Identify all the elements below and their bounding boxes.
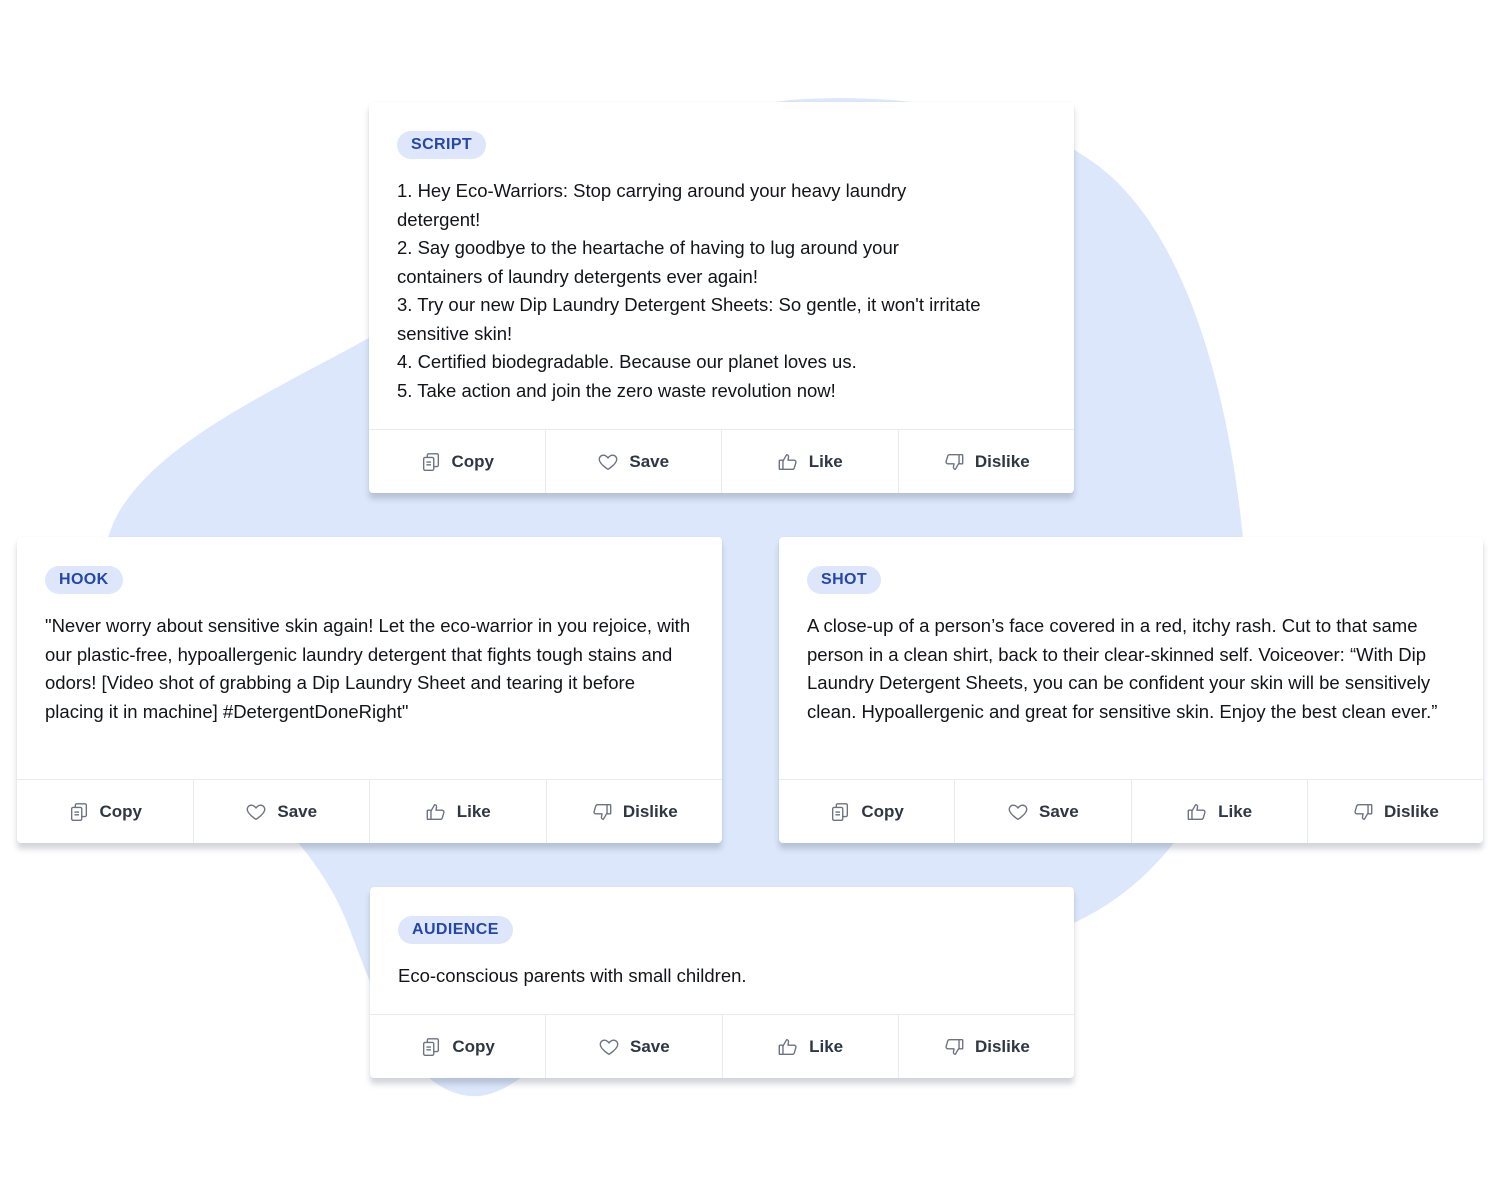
dislike-label: Dislike	[974, 1036, 1030, 1056]
like-label: Like	[1218, 801, 1253, 821]
script-actions: Copy Save Like Dislike	[369, 429, 1074, 493]
copy-icon	[68, 801, 90, 823]
thumbs-down-icon	[591, 801, 613, 823]
heart-icon	[597, 451, 619, 473]
thumbs-up-icon	[425, 801, 447, 823]
heart-icon	[245, 801, 267, 823]
like-label: Like	[456, 801, 491, 821]
dislike-label: Dislike	[1383, 801, 1439, 821]
dislike-button[interactable]: Dislike	[899, 1015, 1074, 1078]
script-tag: SCRIPT	[397, 131, 487, 159]
save-label: Save	[1039, 801, 1079, 821]
copy-button[interactable]: Copy	[370, 1015, 547, 1078]
audience-tag: AUDIENCE	[398, 916, 513, 944]
like-button[interactable]: Like	[722, 430, 899, 493]
dislike-label: Dislike	[974, 451, 1030, 471]
save-button[interactable]: Save	[546, 430, 722, 493]
shot-card-body: SHOT A close-up of a person’s face cover…	[779, 537, 1483, 779]
like-button[interactable]: Like	[370, 780, 547, 843]
thumbs-down-icon	[943, 451, 965, 473]
script-text: 1. Hey Eco-Warriors: Stop carrying aroun…	[397, 180, 981, 401]
copy-icon	[420, 451, 442, 473]
like-button[interactable]: Like	[723, 1015, 899, 1078]
like-label: Like	[809, 1036, 844, 1056]
dislike-button[interactable]: Dislike	[1308, 780, 1483, 843]
save-label: Save	[277, 801, 318, 821]
copy-button[interactable]: Copy	[369, 430, 546, 493]
copy-icon	[420, 1036, 442, 1058]
dislike-label: Dislike	[622, 801, 678, 821]
thumbs-down-icon	[1352, 801, 1374, 823]
save-button[interactable]: Save	[546, 1015, 723, 1078]
copy-button[interactable]: Copy	[17, 780, 194, 843]
copy-label: Copy	[451, 451, 495, 471]
script-card: SCRIPT 1. Hey Eco-Warriors: Stop carryin…	[369, 102, 1074, 493]
audience-actions: Copy Save Like Dislike	[370, 1014, 1074, 1078]
save-label: Save	[630, 1036, 670, 1056]
shot-card: SHOT A close-up of a person’s face cover…	[779, 537, 1483, 843]
copy-label: Copy	[99, 801, 143, 821]
like-button[interactable]: Like	[1132, 780, 1308, 843]
save-button[interactable]: Save	[194, 780, 370, 843]
copy-icon	[829, 801, 851, 823]
copy-label: Copy	[452, 1036, 495, 1056]
hook-tag: HOOK	[45, 566, 123, 594]
hook-actions: Copy Save Like Dislike	[17, 779, 722, 843]
save-label: Save	[629, 451, 670, 471]
thumbs-up-icon	[1186, 801, 1208, 823]
like-label: Like	[808, 451, 843, 471]
heart-icon	[598, 1036, 620, 1058]
audience-card-body: AUDIENCE Eco-conscious parents with smal…	[370, 887, 1074, 1014]
dislike-button[interactable]: Dislike	[899, 430, 1075, 493]
shot-tag: SHOT	[807, 566, 882, 594]
copy-label: Copy	[861, 801, 904, 821]
shot-text: A close-up of a person’s face covered in…	[807, 615, 1438, 722]
thumbs-up-icon	[777, 451, 799, 473]
hook-card: HOOK "Never worry about sensitive skin a…	[17, 537, 722, 843]
heart-icon	[1007, 801, 1029, 823]
copy-button[interactable]: Copy	[779, 780, 956, 843]
hook-card-body: HOOK "Never worry about sensitive skin a…	[17, 537, 722, 779]
dislike-button[interactable]: Dislike	[547, 780, 723, 843]
script-card-body: SCRIPT 1. Hey Eco-Warriors: Stop carryin…	[369, 102, 1074, 429]
audience-text: Eco-conscious parents with small childre…	[398, 965, 747, 986]
thumbs-down-icon	[943, 1036, 965, 1058]
shot-actions: Copy Save Like Dislike	[779, 779, 1483, 843]
audience-card: AUDIENCE Eco-conscious parents with smal…	[370, 887, 1074, 1078]
thumbs-up-icon	[777, 1036, 799, 1058]
save-button[interactable]: Save	[955, 780, 1132, 843]
hook-text: "Never worry about sensitive skin again!…	[45, 615, 691, 722]
